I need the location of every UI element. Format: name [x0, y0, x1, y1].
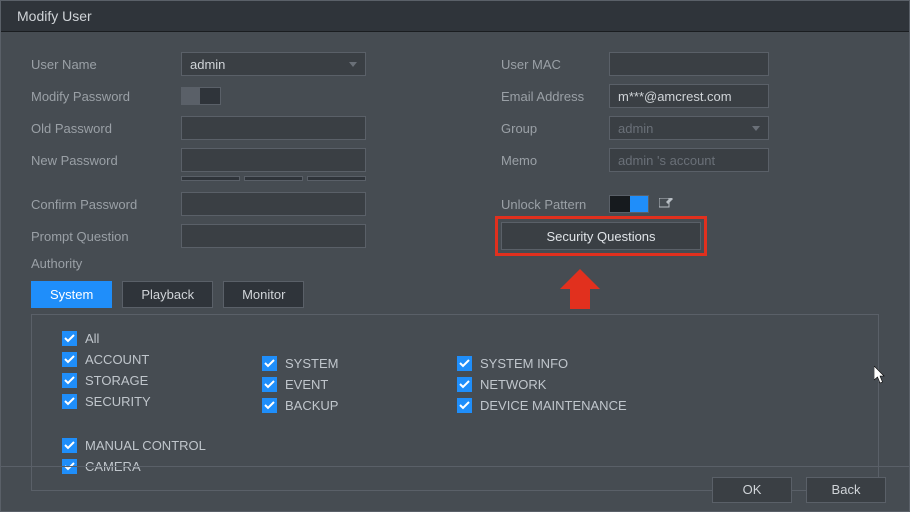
permission-checkbox[interactable]: All [62, 331, 262, 346]
new-password-label: New Password [31, 153, 181, 168]
tab-monitor[interactable]: Monitor [223, 281, 304, 308]
authority-tabs: System Playback Monitor [31, 281, 879, 308]
permission-label: EVENT [285, 377, 328, 392]
permission-label: NETWORK [480, 377, 546, 392]
permission-checkbox[interactable]: SYSTEM INFO [457, 356, 672, 371]
group-value: admin [618, 121, 653, 136]
tab-system[interactable]: System [31, 281, 112, 308]
confirm-password-input[interactable] [181, 192, 366, 216]
permissions-column: All ACCOUNT STORAGE SECURITY [62, 331, 262, 413]
ok-button[interactable]: OK [712, 477, 792, 503]
permission-checkbox[interactable]: DEVICE MAINTENANCE [457, 398, 672, 413]
check-icon [62, 373, 77, 388]
permissions-column: SYSTEM INFO NETWORK DEVICE MAINTENANCE [457, 331, 672, 413]
check-icon [262, 398, 277, 413]
unlock-pattern-toggle[interactable] [609, 195, 649, 213]
password-strength-meter [181, 176, 366, 182]
permission-checkbox[interactable]: SYSTEM [262, 356, 457, 371]
permission-checkbox[interactable]: ACCOUNT [62, 352, 262, 367]
permission-label: SECURITY [85, 394, 151, 409]
user-mac-input[interactable] [609, 52, 769, 76]
permission-label: All [85, 331, 99, 346]
group-select: admin [609, 116, 769, 140]
check-icon [457, 356, 472, 371]
user-name-value: admin [190, 57, 225, 72]
prompt-question-input[interactable] [181, 224, 366, 248]
permission-label: ACCOUNT [85, 352, 149, 367]
check-icon [457, 398, 472, 413]
check-icon [62, 331, 77, 346]
permissions-column: SYSTEM EVENT BACKUP [262, 331, 457, 413]
permission-checkbox[interactable]: BACKUP [262, 398, 457, 413]
permission-checkbox[interactable]: STORAGE [62, 373, 262, 388]
unlock-pattern-label: Unlock Pattern [501, 197, 609, 212]
permission-checkbox[interactable]: NETWORK [457, 377, 672, 392]
back-button[interactable]: Back [806, 477, 886, 503]
confirm-password-label: Confirm Password [31, 197, 181, 212]
permission-label: DEVICE MAINTENANCE [480, 398, 627, 413]
old-password-input[interactable] [181, 116, 366, 140]
permission-label: SYSTEM [285, 356, 338, 371]
permission-checkbox[interactable]: MANUAL CONTROL [62, 438, 242, 453]
group-label: Group [501, 121, 609, 136]
permission-label: MANUAL CONTROL [85, 438, 206, 453]
new-password-input[interactable] [181, 148, 366, 172]
window-title: Modify User [1, 1, 909, 32]
security-questions-button[interactable]: Security Questions [501, 222, 701, 250]
user-name-label: User Name [31, 57, 181, 72]
email-label: Email Address [501, 89, 609, 104]
user-name-select[interactable]: admin [181, 52, 366, 76]
check-icon [62, 352, 77, 367]
content-area: User Name admin User MAC Modify Password… [1, 32, 909, 491]
permission-label: STORAGE [85, 373, 148, 388]
permission-checkbox[interactable]: EVENT [262, 377, 457, 392]
permissions-column: MANUAL CONTROLCAMERA [62, 413, 242, 474]
memo-placeholder: admin 's account [618, 153, 715, 168]
user-mac-label: User MAC [501, 57, 609, 72]
permission-label: BACKUP [285, 398, 338, 413]
tab-playback[interactable]: Playback [122, 281, 213, 308]
permission-label: SYSTEM INFO [480, 356, 568, 371]
old-password-label: Old Password [31, 121, 181, 136]
prompt-question-label: Prompt Question [31, 229, 181, 244]
check-icon [262, 377, 277, 392]
check-icon [62, 438, 77, 453]
permission-checkbox[interactable]: SECURITY [62, 394, 262, 409]
memo-label: Memo [501, 153, 609, 168]
check-icon [262, 356, 277, 371]
email-input[interactable]: m***@amcrest.com [609, 84, 769, 108]
email-value: m***@amcrest.com [618, 89, 732, 104]
footer-bar: OK Back [0, 466, 910, 512]
modify-password-toggle[interactable] [181, 87, 221, 105]
memo-input: admin 's account [609, 148, 769, 172]
check-icon [457, 377, 472, 392]
authority-label: Authority [31, 256, 879, 271]
modify-password-label: Modify Password [31, 89, 181, 104]
pattern-edit-icon[interactable] [659, 198, 673, 210]
permissions-box: All ACCOUNT STORAGE SECURITY SYSTEM EVENT BACK… [31, 314, 879, 491]
check-icon [62, 394, 77, 409]
modify-user-window: Modify User User Name admin User MAC Mod… [0, 0, 910, 512]
